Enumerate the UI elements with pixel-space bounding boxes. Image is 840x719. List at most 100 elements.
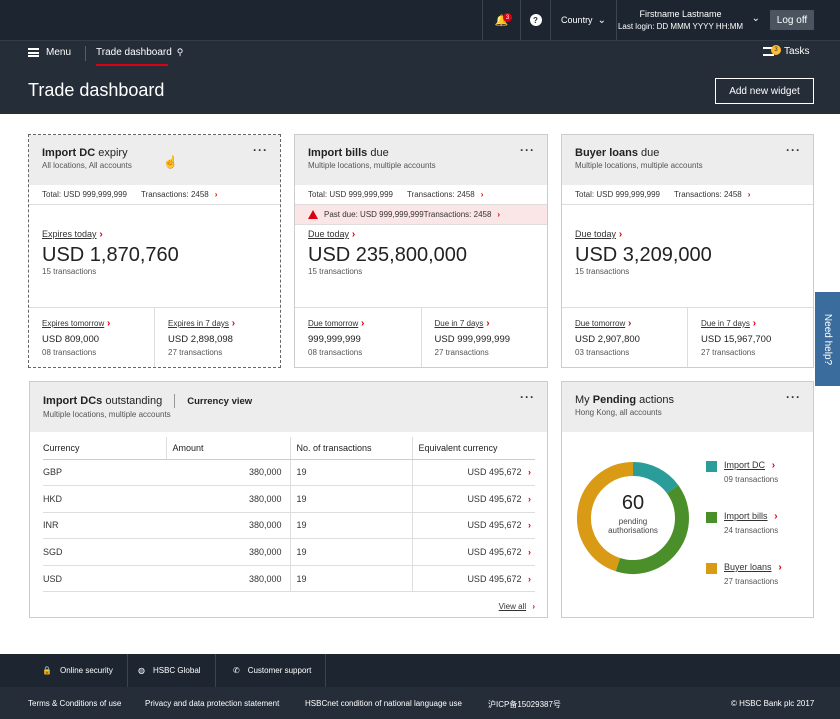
chevron-right-icon[interactable]: › <box>528 467 531 477</box>
chevron-right-icon[interactable]: › <box>528 547 531 557</box>
widget-import-dcs-outstanding[interactable]: Import DCs outstanding Currency view Mul… <box>29 381 548 618</box>
column-header: Equivalent currency <box>411 437 535 460</box>
currency-view-toggle[interactable]: Currency view <box>187 396 252 407</box>
chevron-right-icon[interactable]: › <box>481 190 484 199</box>
language-link[interactable]: HSBCnet condition of national language u… <box>305 699 462 708</box>
widget-import-bills-due[interactable]: Import bills due Multiple locations, mul… <box>294 134 548 368</box>
equivalent-cell: USD 495,672 › <box>412 459 535 487</box>
chevron-right-icon[interactable]: › <box>99 229 102 240</box>
table-row[interactable]: SGD 380,000 19 USD 495,672 › <box>43 538 535 566</box>
chevron-right-icon[interactable]: › <box>774 511 777 522</box>
more-options-icon[interactable]: ··· <box>520 390 535 404</box>
sub-metrics: Due tomorrow › 999,999,999 08 transactio… <box>295 307 547 367</box>
chevron-right-icon[interactable]: › <box>215 190 218 199</box>
table-row[interactable]: HKD 380,000 19 USD 495,672 › <box>43 485 535 513</box>
chevron-right-icon[interactable]: › <box>619 229 622 240</box>
chevron-right-icon[interactable]: › <box>528 494 531 504</box>
notifications-badge: 3 <box>503 13 512 22</box>
right-value: USD 15,967,700 <box>701 334 772 345</box>
table-row[interactable]: INR 380,000 19 USD 495,672 › <box>43 512 535 540</box>
table-row[interactable]: USD 380,000 19 USD 495,672 › <box>43 565 535 593</box>
more-options-icon[interactable]: ··· <box>786 143 801 157</box>
chevron-right-icon[interactable]: › <box>497 210 500 219</box>
copyright: © HSBC Bank plc 2017 <box>731 699 815 708</box>
donut-center: 60 pending authorisations <box>571 492 695 535</box>
last-login: Last login: DD MMM YYYY HH:MM <box>617 22 744 31</box>
due-tomorrow-link[interactable]: Due tomorrow <box>575 319 625 328</box>
chevron-right-icon[interactable]: › <box>352 229 355 240</box>
menu-button[interactable]: Menu <box>28 47 71 58</box>
online-security-label: Online security <box>59 666 113 675</box>
add-widget-button[interactable]: Add new widget <box>715 78 814 104</box>
sub-metric-left: Expires tomorrow › USD 809,000 08 transa… <box>29 308 154 367</box>
due-tomorrow-link[interactable]: Due tomorrow <box>308 319 358 328</box>
chevron-right-icon[interactable]: › <box>107 318 110 329</box>
total-value: USD 999,999,999 <box>596 190 660 199</box>
warning-icon <box>308 210 318 219</box>
nav-divider <box>85 46 86 61</box>
menu-label: Menu <box>46 47 72 58</box>
legend-link[interactable]: Import DC <box>724 460 765 470</box>
chevron-right-icon[interactable]: › <box>748 190 751 199</box>
chevron-right-icon[interactable]: › <box>528 574 531 584</box>
tab-trade-dashboard[interactable]: Trade dashboard ⚲ <box>96 47 183 58</box>
chevron-right-icon[interactable]: › <box>778 562 781 573</box>
widget-import-dc-expiry[interactable]: Import DC expiry All locations, All acco… <box>28 134 281 368</box>
donut-segment[interactable] <box>632 462 679 494</box>
terms-link[interactable]: Terms & Conditions of use <box>28 699 121 708</box>
past-due-value: USD 999,999,999 <box>360 210 424 219</box>
main-value: USD 235,800,000 <box>308 244 468 266</box>
chevron-right-icon[interactable]: › <box>532 602 535 611</box>
customer-support-link[interactable]: ✆ Customer support <box>219 654 327 687</box>
hsbc-global-link[interactable]: ◍ HSBC Global <box>124 654 216 687</box>
more-options-icon[interactable]: ··· <box>253 143 268 157</box>
expires-7-days-link[interactable]: Expires in 7 days <box>168 319 229 328</box>
privacy-link[interactable]: Privacy and data protection statement <box>145 699 279 708</box>
more-options-icon[interactable]: ··· <box>786 390 801 404</box>
right-value: USD 999,999,999 <box>434 334 511 345</box>
chevron-right-icon[interactable]: › <box>232 318 235 329</box>
chevron-right-icon[interactable]: › <box>361 318 364 329</box>
currency-cell: USD <box>43 565 166 593</box>
logoff-button[interactable]: Log off <box>770 10 814 30</box>
widget-buyer-loans-due[interactable]: Buyer loans due Multiple locations, mult… <box>561 134 814 368</box>
need-help-label: Need help? <box>822 313 833 365</box>
notifications-button[interactable]: 🔔 3 <box>482 0 520 40</box>
legend-transactions: 09 transactions <box>724 475 779 484</box>
legend-link[interactable]: Buyer loans <box>724 562 772 572</box>
legend-item-import-bills[interactable]: Import bills › 24 transactions <box>706 511 782 562</box>
pending-legend: Import DC › 09 transactions Import bills… <box>706 460 782 613</box>
online-security-link[interactable]: 🔒 Online security <box>28 654 128 687</box>
hamburger-icon <box>28 48 39 57</box>
table-row[interactable]: GBP 380,000 19 USD 495,672 › <box>43 459 535 487</box>
equivalent-cell: USD 495,672 › <box>412 565 535 593</box>
due-7-days-link[interactable]: Due in 7 days <box>701 319 750 328</box>
icp-link[interactable]: 沪ICP备15029387号 <box>488 699 561 710</box>
chevron-right-icon[interactable]: › <box>772 460 775 471</box>
column-header: Currency <box>43 437 166 460</box>
more-options-icon[interactable]: ··· <box>520 143 535 157</box>
chevron-right-icon[interactable]: › <box>528 520 531 530</box>
legend-item-import-dc[interactable]: Import DC › 09 transactions <box>706 460 782 511</box>
legend-link[interactable]: Import bills <box>724 511 768 521</box>
widget-pending-actions[interactable]: My Pending actions Hong Kong, all accoun… <box>561 381 814 618</box>
due-7-days-link[interactable]: Due in 7 days <box>435 319 484 328</box>
view-all-link[interactable]: View all › <box>499 602 535 611</box>
legend-item-buyer-loans[interactable]: Buyer loans › 27 transactions <box>706 562 782 613</box>
chevron-right-icon[interactable]: › <box>486 318 489 329</box>
widget-subtitle: All locations, All accounts <box>42 161 132 170</box>
help-button[interactable]: ? <box>520 0 550 40</box>
country-selector[interactable]: Country ⌄ <box>550 0 616 40</box>
expires-tomorrow-link[interactable]: Expires tomorrow <box>42 319 104 328</box>
expires-today-link[interactable]: Expires today <box>42 229 97 239</box>
user-menu[interactable]: Firstname Lastname Last login: DD MMM YY… <box>616 0 766 40</box>
need-help-tab[interactable]: Need help? <box>815 292 840 386</box>
chevron-right-icon[interactable]: › <box>753 318 756 329</box>
due-today-link[interactable]: Due today <box>575 229 616 239</box>
due-today-link[interactable]: Due today <box>308 229 349 239</box>
chevron-right-icon[interactable]: › <box>628 318 631 329</box>
widget-title: Buyer loans due <box>575 147 660 159</box>
tasks-button[interactable]: 3 Tasks <box>763 45 810 57</box>
pin-icon[interactable]: ⚲ <box>177 47 184 58</box>
equivalent-cell: USD 495,672 › <box>412 485 535 513</box>
